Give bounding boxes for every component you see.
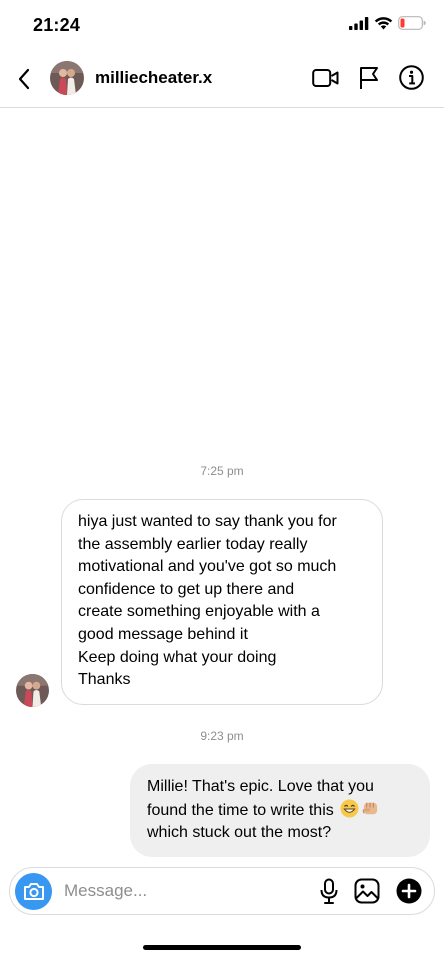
message-line: the assembly earlier today really: [78, 535, 308, 553]
battery-low-icon: [398, 16, 426, 35]
microphone-icon: [320, 878, 338, 904]
message-line: which stuck out the most?: [147, 824, 332, 842]
wifi-icon: [374, 16, 393, 35]
video-call-button[interactable]: [312, 68, 339, 88]
video-call-icon: [312, 68, 339, 87]
report-button[interactable]: [359, 66, 379, 90]
chevron-left-icon: [18, 68, 30, 90]
message-line: Keep doing what your doing: [78, 648, 277, 666]
outgoing-message[interactable]: Millie! That's epic. Love that you found…: [130, 764, 430, 857]
avatar[interactable]: [50, 61, 84, 95]
info-button[interactable]: [399, 65, 424, 90]
message-line: Thanks: [78, 671, 131, 689]
more-options-button[interactable]: [396, 878, 422, 904]
plus-circle-icon: [396, 878, 422, 904]
camera-icon: [23, 883, 44, 900]
message-line: hiya just wanted to say thank you for: [78, 513, 337, 530]
gallery-icon: [354, 878, 380, 904]
message-input[interactable]: [64, 879, 284, 903]
status-icons: [349, 16, 426, 35]
info-icon: [399, 65, 424, 90]
grinning-face-emoji: [340, 799, 359, 818]
sender-avatar[interactable]: [16, 674, 49, 707]
message-line: create something enjoyable with a: [78, 603, 320, 621]
back-button[interactable]: [12, 64, 36, 94]
message-line-text: found the time to write this: [147, 801, 334, 819]
chat-header: milliecheater.x: [0, 52, 444, 108]
message-timestamp: 7:25 pm: [200, 464, 244, 478]
message-line-with-emoji: found the time to write this: [147, 799, 416, 823]
flag-icon: [360, 66, 378, 89]
message-line: confidence to get up there and: [78, 580, 295, 598]
voice-message-button[interactable]: [320, 878, 338, 904]
home-indicator[interactable]: [143, 945, 301, 950]
conversation-username[interactable]: milliecheater.x: [95, 68, 212, 88]
camera-button[interactable]: [15, 873, 52, 910]
status-time: 21:24: [33, 15, 81, 35]
composer-actions: [320, 878, 422, 904]
status-bar: 21:24: [0, 0, 444, 52]
message-line: motivational and you've got so much: [78, 558, 337, 576]
header-actions: [312, 65, 424, 90]
message-composer: [9, 867, 435, 915]
gallery-button[interactable]: [354, 878, 380, 904]
fist-bump-emoji: [361, 799, 380, 818]
message-line: Millie! That's epic. Love that you: [147, 778, 374, 795]
message-line: good message behind it: [78, 625, 248, 643]
incoming-message[interactable]: hiya just wanted to say thank you for th…: [61, 499, 383, 705]
signal-icon: [349, 16, 369, 35]
message-timestamp: 9:23 pm: [200, 729, 244, 743]
